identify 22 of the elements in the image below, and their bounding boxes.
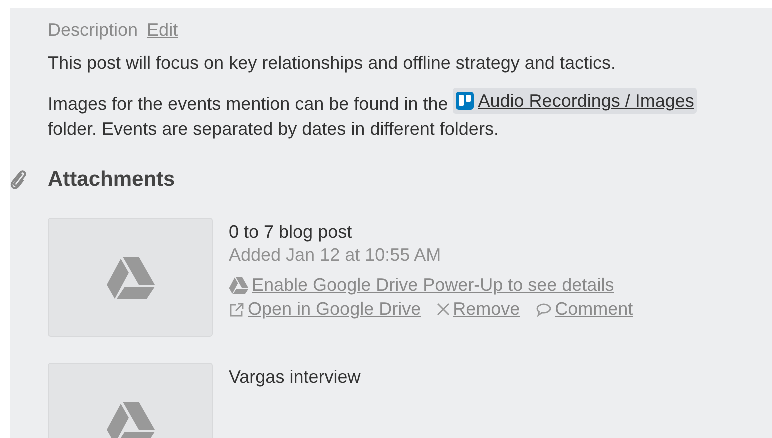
remove-link[interactable]: Remove [453,299,520,320]
external-link-icon [229,302,245,318]
description-text: Images for the events mention can be found in the Audio Recordings / Images folder. Events are separated by dates in different folders. [48,88,738,142]
close-icon [437,303,450,316]
board-icon [456,92,474,110]
comment-link[interactable]: Comment [555,299,634,320]
attachment-name: 0 to 7 blog post [229,222,354,243]
section-label: Description [48,20,138,41]
drive-icon [229,277,249,294]
open-link[interactable]: Open in Google Drive [248,299,422,320]
comment-icon [536,302,552,316]
attachment-thumbnail[interactable] [48,218,213,337]
drive-icon [106,402,154,438]
board-link[interactable]: Audio Recordings / Images [453,88,698,114]
edit-link[interactable]: Edit [147,20,178,41]
section-heading: Attachments [48,168,176,192]
added-date: Added Jan 12 at 10:55 AM [229,245,442,266]
paperclip-icon [10,168,26,192]
drive-icon [106,256,154,298]
description-text: This post will focus on key relationships and offline strategy and tactics. [48,52,617,75]
attachment-name: Vargas interview [229,367,361,388]
enable-power-up-link[interactable]: Enable Google Drive Power-Up to see details [252,275,614,296]
